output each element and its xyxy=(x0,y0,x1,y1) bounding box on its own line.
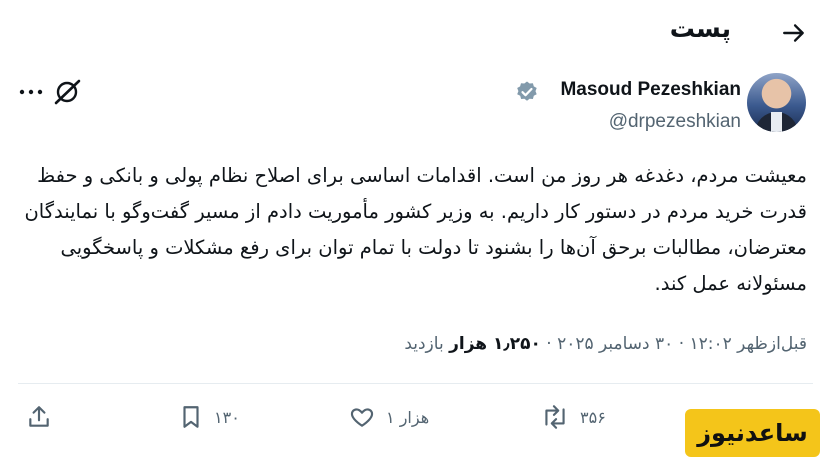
repost-count: ۳۵۶ xyxy=(580,407,606,427)
grok-icon[interactable] xyxy=(52,77,82,107)
more-options-icon[interactable] xyxy=(19,87,43,97)
heart-icon xyxy=(350,408,374,427)
tweet-metadata[interactable]: قبل‌ازظهر ۱۲:۰۲ · ۳۰ دسامبر ۲۰۲۵ · ۱٫۲۵۰… xyxy=(404,334,807,354)
author-handle[interactable]: @drpezeshkian xyxy=(609,111,741,133)
tweet-text: معیشت مردم، دغدغه هر روز من است. اقدامات… xyxy=(24,164,807,295)
like-count: ۱ هزار xyxy=(386,407,430,427)
repost-icon xyxy=(545,405,565,429)
like-button[interactable]: ۱ هزار xyxy=(348,404,429,430)
share-button[interactable] xyxy=(26,404,52,430)
bookmark-count: ۱۳۰ xyxy=(214,407,240,427)
back-arrow-icon[interactable] xyxy=(781,20,807,46)
views-label: بازدید xyxy=(404,334,444,354)
tweet-time[interactable]: قبل‌ازظهر ۱۲:۰۲ xyxy=(690,334,807,354)
verified-badge-icon[interactable] xyxy=(515,80,539,104)
page-title: پست xyxy=(669,14,731,43)
bookmark-button[interactable]: ۱۳۰ xyxy=(178,404,240,430)
author-display-name[interactable]: Masoud Pezeshkian xyxy=(560,79,741,101)
bookmark-icon xyxy=(183,406,199,428)
share-icon xyxy=(29,406,49,427)
avatar[interactable] xyxy=(747,73,806,132)
repost-button[interactable]: ۳۵۶ xyxy=(540,404,606,430)
tweet-date[interactable]: ۳۰ دسامبر ۲۰۲۵ xyxy=(557,334,673,354)
view-count: ۱٫۲۵۰ هزار xyxy=(449,334,541,354)
divider xyxy=(18,383,813,384)
watermark-logo: ساعدنیوز xyxy=(685,409,820,457)
